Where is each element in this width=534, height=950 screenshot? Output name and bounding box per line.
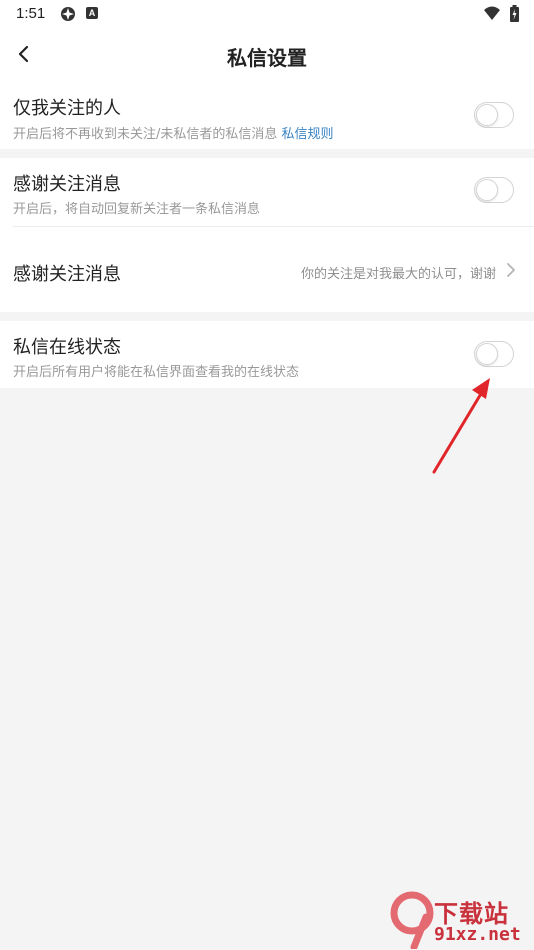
status-bar: 1:51 A	[0, 0, 534, 30]
battery-icon	[510, 5, 519, 22]
toggle-knob	[476, 343, 498, 365]
page-title: 私信设置	[227, 46, 307, 70]
settings-section-thanks: 感谢关注消息 开启后，将自动回复新关注者一条私信消息 感谢关注消息 你的关注是对…	[0, 158, 534, 312]
status-time: 1:51	[16, 5, 46, 22]
setting-row-thanks-toggle: 感谢关注消息 开启后，将自动回复新关注者一条私信消息	[0, 158, 534, 226]
setting-title: 私信在线状态	[13, 337, 121, 358]
thanks-follow-toggle[interactable]	[474, 177, 514, 203]
toggle-knob	[476, 104, 498, 126]
only-following-toggle[interactable]	[474, 102, 514, 128]
setting-row-thanks-message[interactable]: 感谢关注消息 你的关注是对我最大的认可，谢谢	[0, 227, 534, 312]
toggle-knob	[476, 179, 498, 201]
thanks-message-value: 你的关注是对我最大的认可，谢谢	[300, 267, 496, 282]
setting-title: 感谢关注消息	[13, 264, 121, 285]
app-bar: 私信设置	[0, 30, 534, 80]
chevron-right-icon	[507, 263, 515, 277]
setting-description: 开启后将不再收到未关注/未私信者的私信消息 私信规则	[13, 123, 334, 142]
setting-description: 开启后，将自动回复新关注者一条私信消息	[13, 202, 261, 217]
online-status-toggle[interactable]	[474, 341, 514, 367]
settings-section-following: 仅我关注的人 开启后将不再收到未关注/未私信者的私信消息 私信规则	[0, 80, 534, 149]
a-icon: A	[86, 7, 98, 19]
setting-description-text: 开启后将不再收到未关注/未私信者的私信消息	[13, 127, 278, 142]
watermark-url: 91xz.net	[434, 924, 521, 945]
app-icon	[61, 7, 75, 21]
dm-rules-link[interactable]: 私信规则	[282, 127, 334, 142]
setting-description: 开启后所有用户将能在私信界面查看我的在线状态	[13, 365, 300, 380]
setting-title: 感谢关注消息	[13, 174, 121, 195]
annotation-arrow-icon	[432, 378, 490, 474]
setting-row-only-following: 仅我关注的人 开启后将不再收到未关注/未私信者的私信消息 私信规则	[0, 80, 534, 149]
wifi-icon	[484, 6, 500, 20]
setting-title: 仅我关注的人	[13, 98, 121, 119]
